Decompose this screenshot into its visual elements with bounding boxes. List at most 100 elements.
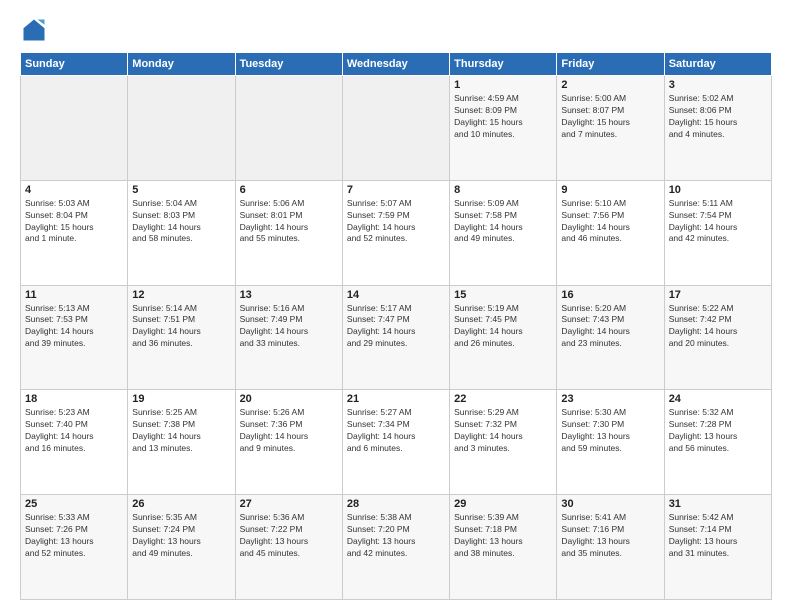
day-number: 16 (561, 289, 659, 301)
calendar-cell: 19Sunrise: 5:25 AM Sunset: 7:38 PM Dayli… (128, 390, 235, 495)
day-number: 29 (454, 498, 552, 510)
day-info: Sunrise: 5:29 AM Sunset: 7:32 PM Dayligh… (454, 407, 552, 455)
day-number: 9 (561, 184, 659, 196)
day-number: 18 (25, 393, 123, 405)
day-number: 1 (454, 79, 552, 91)
calendar-cell: 18 Sunrise: 5:23 AM Sunset: 7:40 PM Dayli… (21, 390, 128, 495)
calendar-week-row: 18 Sunrise: 5:23 AM Sunset: 7:40 PM Dayli… (21, 390, 772, 495)
weekday-header: Wednesday (342, 53, 449, 76)
weekday-header: Monday (128, 53, 235, 76)
day-number: 31 (669, 498, 767, 510)
day-info: Sunrise: 5:23 AM Sunset: 7:40 PM Dayligh… (25, 407, 123, 455)
day-info: Sunrise: 5:16 AM Sunset: 7:49 PM Dayligh… (240, 303, 338, 351)
day-number: 28 (347, 498, 445, 510)
day-info: Sunrise: 5:17 AM Sunset: 7:47 PM Dayligh… (347, 303, 445, 351)
calendar-cell (21, 76, 128, 181)
day-number: 10 (669, 184, 767, 196)
calendar-table: SundayMondayTuesdayWednesdayThursdayFrid… (20, 52, 772, 600)
day-number: 2 (561, 79, 659, 91)
day-info: Sunrise: 5:35 AM Sunset: 7:24 PM Dayligh… (132, 512, 230, 560)
calendar-cell: 26 Sunrise: 5:35 AM Sunset: 7:24 PM Dayli… (128, 495, 235, 600)
day-number: 30 (561, 498, 659, 510)
calendar-cell: 9 Sunrise: 5:10 AM Sunset: 7:56 PM Daylig… (557, 180, 664, 285)
day-info: Sunrise: 4:59 AM Sunset: 8:09 PM Dayligh… (454, 93, 552, 141)
day-number: 14 (347, 289, 445, 301)
day-info: Sunrise: 5:04 AM Sunset: 8:03 PM Dayligh… (132, 198, 230, 246)
day-info: Sunrise: 5:41 AM Sunset: 7:16 PM Dayligh… (561, 512, 659, 560)
day-number: 27 (240, 498, 338, 510)
day-info: Sunrise: 5:13 AM Sunset: 7:53 PM Dayligh… (25, 303, 123, 351)
weekday-header: Friday (557, 53, 664, 76)
day-info: Sunrise: 5:26 AM Sunset: 7:36 PM Dayligh… (240, 407, 338, 455)
day-info: Sunrise: 5:42 AM Sunset: 7:14 PM Dayligh… (669, 512, 767, 560)
day-number: 20 (240, 393, 338, 405)
calendar-week-row: 11 Sunrise: 5:13 AM Sunset: 7:53 PM Dayli… (21, 285, 772, 390)
day-info: Sunrise: 5:03 AM Sunset: 8:04 PM Dayligh… (25, 198, 123, 246)
calendar-week-row: 1 Sunrise: 4:59 AM Sunset: 8:09 PM Daylig… (21, 76, 772, 181)
day-number: 17 (669, 289, 767, 301)
calendar-cell: 21 Sunrise: 5:27 AM Sunset: 7:34 PM Dayli… (342, 390, 449, 495)
day-number: 7 (347, 184, 445, 196)
day-info: Sunrise: 5:00 AM Sunset: 8:07 PM Dayligh… (561, 93, 659, 141)
day-info: Sunrise: 5:30 AM Sunset: 7:30 PM Dayligh… (561, 407, 659, 455)
calendar-cell: 8 Sunrise: 5:09 AM Sunset: 7:58 PM Daylig… (450, 180, 557, 285)
logo (20, 16, 52, 44)
day-number: 6 (240, 184, 338, 196)
calendar-cell: 31 Sunrise: 5:42 AM Sunset: 7:14 PM Dayli… (664, 495, 771, 600)
day-info: Sunrise: 5:09 AM Sunset: 7:58 PM Dayligh… (454, 198, 552, 246)
day-info: Sunrise: 5:39 AM Sunset: 7:18 PM Dayligh… (454, 512, 552, 560)
calendar-cell: 11 Sunrise: 5:13 AM Sunset: 7:53 PM Dayli… (21, 285, 128, 390)
calendar-cell (342, 76, 449, 181)
day-info: Sunrise: 5:22 AM Sunset: 7:42 PM Dayligh… (669, 303, 767, 351)
day-info: Sunrise: 5:38 AM Sunset: 7:20 PM Dayligh… (347, 512, 445, 560)
day-number: 21 (347, 393, 445, 405)
day-number: 12 (132, 289, 230, 301)
weekday-header: Sunday (21, 53, 128, 76)
calendar-cell: 12 Sunrise: 5:14 AM Sunset: 7:51 PM Dayli… (128, 285, 235, 390)
calendar-cell: 30 Sunrise: 5:41 AM Sunset: 7:16 PM Dayli… (557, 495, 664, 600)
day-info: Sunrise: 5:33 AM Sunset: 7:26 PM Dayligh… (25, 512, 123, 560)
day-number: 25 (25, 498, 123, 510)
calendar-cell: 3Sunrise: 5:02 AM Sunset: 8:06 PM Daylig… (664, 76, 771, 181)
day-info: Sunrise: 5:14 AM Sunset: 7:51 PM Dayligh… (132, 303, 230, 351)
day-number: 22 (454, 393, 552, 405)
day-number: 4 (25, 184, 123, 196)
calendar-cell: 5Sunrise: 5:04 AM Sunset: 8:03 PM Daylig… (128, 180, 235, 285)
day-number: 26 (132, 498, 230, 510)
calendar-cell: 22 Sunrise: 5:29 AM Sunset: 7:32 PM Dayli… (450, 390, 557, 495)
day-info: Sunrise: 5:19 AM Sunset: 7:45 PM Dayligh… (454, 303, 552, 351)
calendar-cell: 10Sunrise: 5:11 AM Sunset: 7:54 PM Dayli… (664, 180, 771, 285)
weekday-header: Saturday (664, 53, 771, 76)
calendar-cell (235, 76, 342, 181)
day-info: Sunrise: 5:10 AM Sunset: 7:56 PM Dayligh… (561, 198, 659, 246)
calendar-cell: 13 Sunrise: 5:16 AM Sunset: 7:49 PM Dayli… (235, 285, 342, 390)
day-number: 19 (132, 393, 230, 405)
weekday-header: Thursday (450, 53, 557, 76)
calendar-cell: 29 Sunrise: 5:39 AM Sunset: 7:18 PM Dayli… (450, 495, 557, 600)
calendar-cell: 7 Sunrise: 5:07 AM Sunset: 7:59 PM Daylig… (342, 180, 449, 285)
day-info: Sunrise: 5:32 AM Sunset: 7:28 PM Dayligh… (669, 407, 767, 455)
weekday-header: Tuesday (235, 53, 342, 76)
day-number: 13 (240, 289, 338, 301)
calendar-cell: 27 Sunrise: 5:36 AM Sunset: 7:22 PM Dayli… (235, 495, 342, 600)
day-number: 8 (454, 184, 552, 196)
calendar-cell: 6 Sunrise: 5:06 AM Sunset: 8:01 PM Daylig… (235, 180, 342, 285)
calendar-cell: 20 Sunrise: 5:26 AM Sunset: 7:36 PM Dayli… (235, 390, 342, 495)
calendar-cell: 28 Sunrise: 5:38 AM Sunset: 7:20 PM Dayli… (342, 495, 449, 600)
page: SundayMondayTuesdayWednesdayThursdayFrid… (0, 0, 792, 612)
calendar-cell (128, 76, 235, 181)
day-number: 3 (669, 79, 767, 91)
day-info: Sunrise: 5:07 AM Sunset: 7:59 PM Dayligh… (347, 198, 445, 246)
day-info: Sunrise: 5:36 AM Sunset: 7:22 PM Dayligh… (240, 512, 338, 560)
day-info: Sunrise: 5:27 AM Sunset: 7:34 PM Dayligh… (347, 407, 445, 455)
day-info: Sunrise: 5:06 AM Sunset: 8:01 PM Dayligh… (240, 198, 338, 246)
calendar-cell: 2 Sunrise: 5:00 AM Sunset: 8:07 PM Daylig… (557, 76, 664, 181)
calendar-cell: 24Sunrise: 5:32 AM Sunset: 7:28 PM Dayli… (664, 390, 771, 495)
calendar-week-row: 25 Sunrise: 5:33 AM Sunset: 7:26 PM Dayli… (21, 495, 772, 600)
calendar-cell: 16 Sunrise: 5:20 AM Sunset: 7:43 PM Dayli… (557, 285, 664, 390)
calendar-cell: 4 Sunrise: 5:03 AM Sunset: 8:04 PM Daylig… (21, 180, 128, 285)
day-info: Sunrise: 5:20 AM Sunset: 7:43 PM Dayligh… (561, 303, 659, 351)
day-number: 11 (25, 289, 123, 301)
calendar-cell: 15Sunrise: 5:19 AM Sunset: 7:45 PM Dayli… (450, 285, 557, 390)
logo-icon (20, 16, 48, 44)
